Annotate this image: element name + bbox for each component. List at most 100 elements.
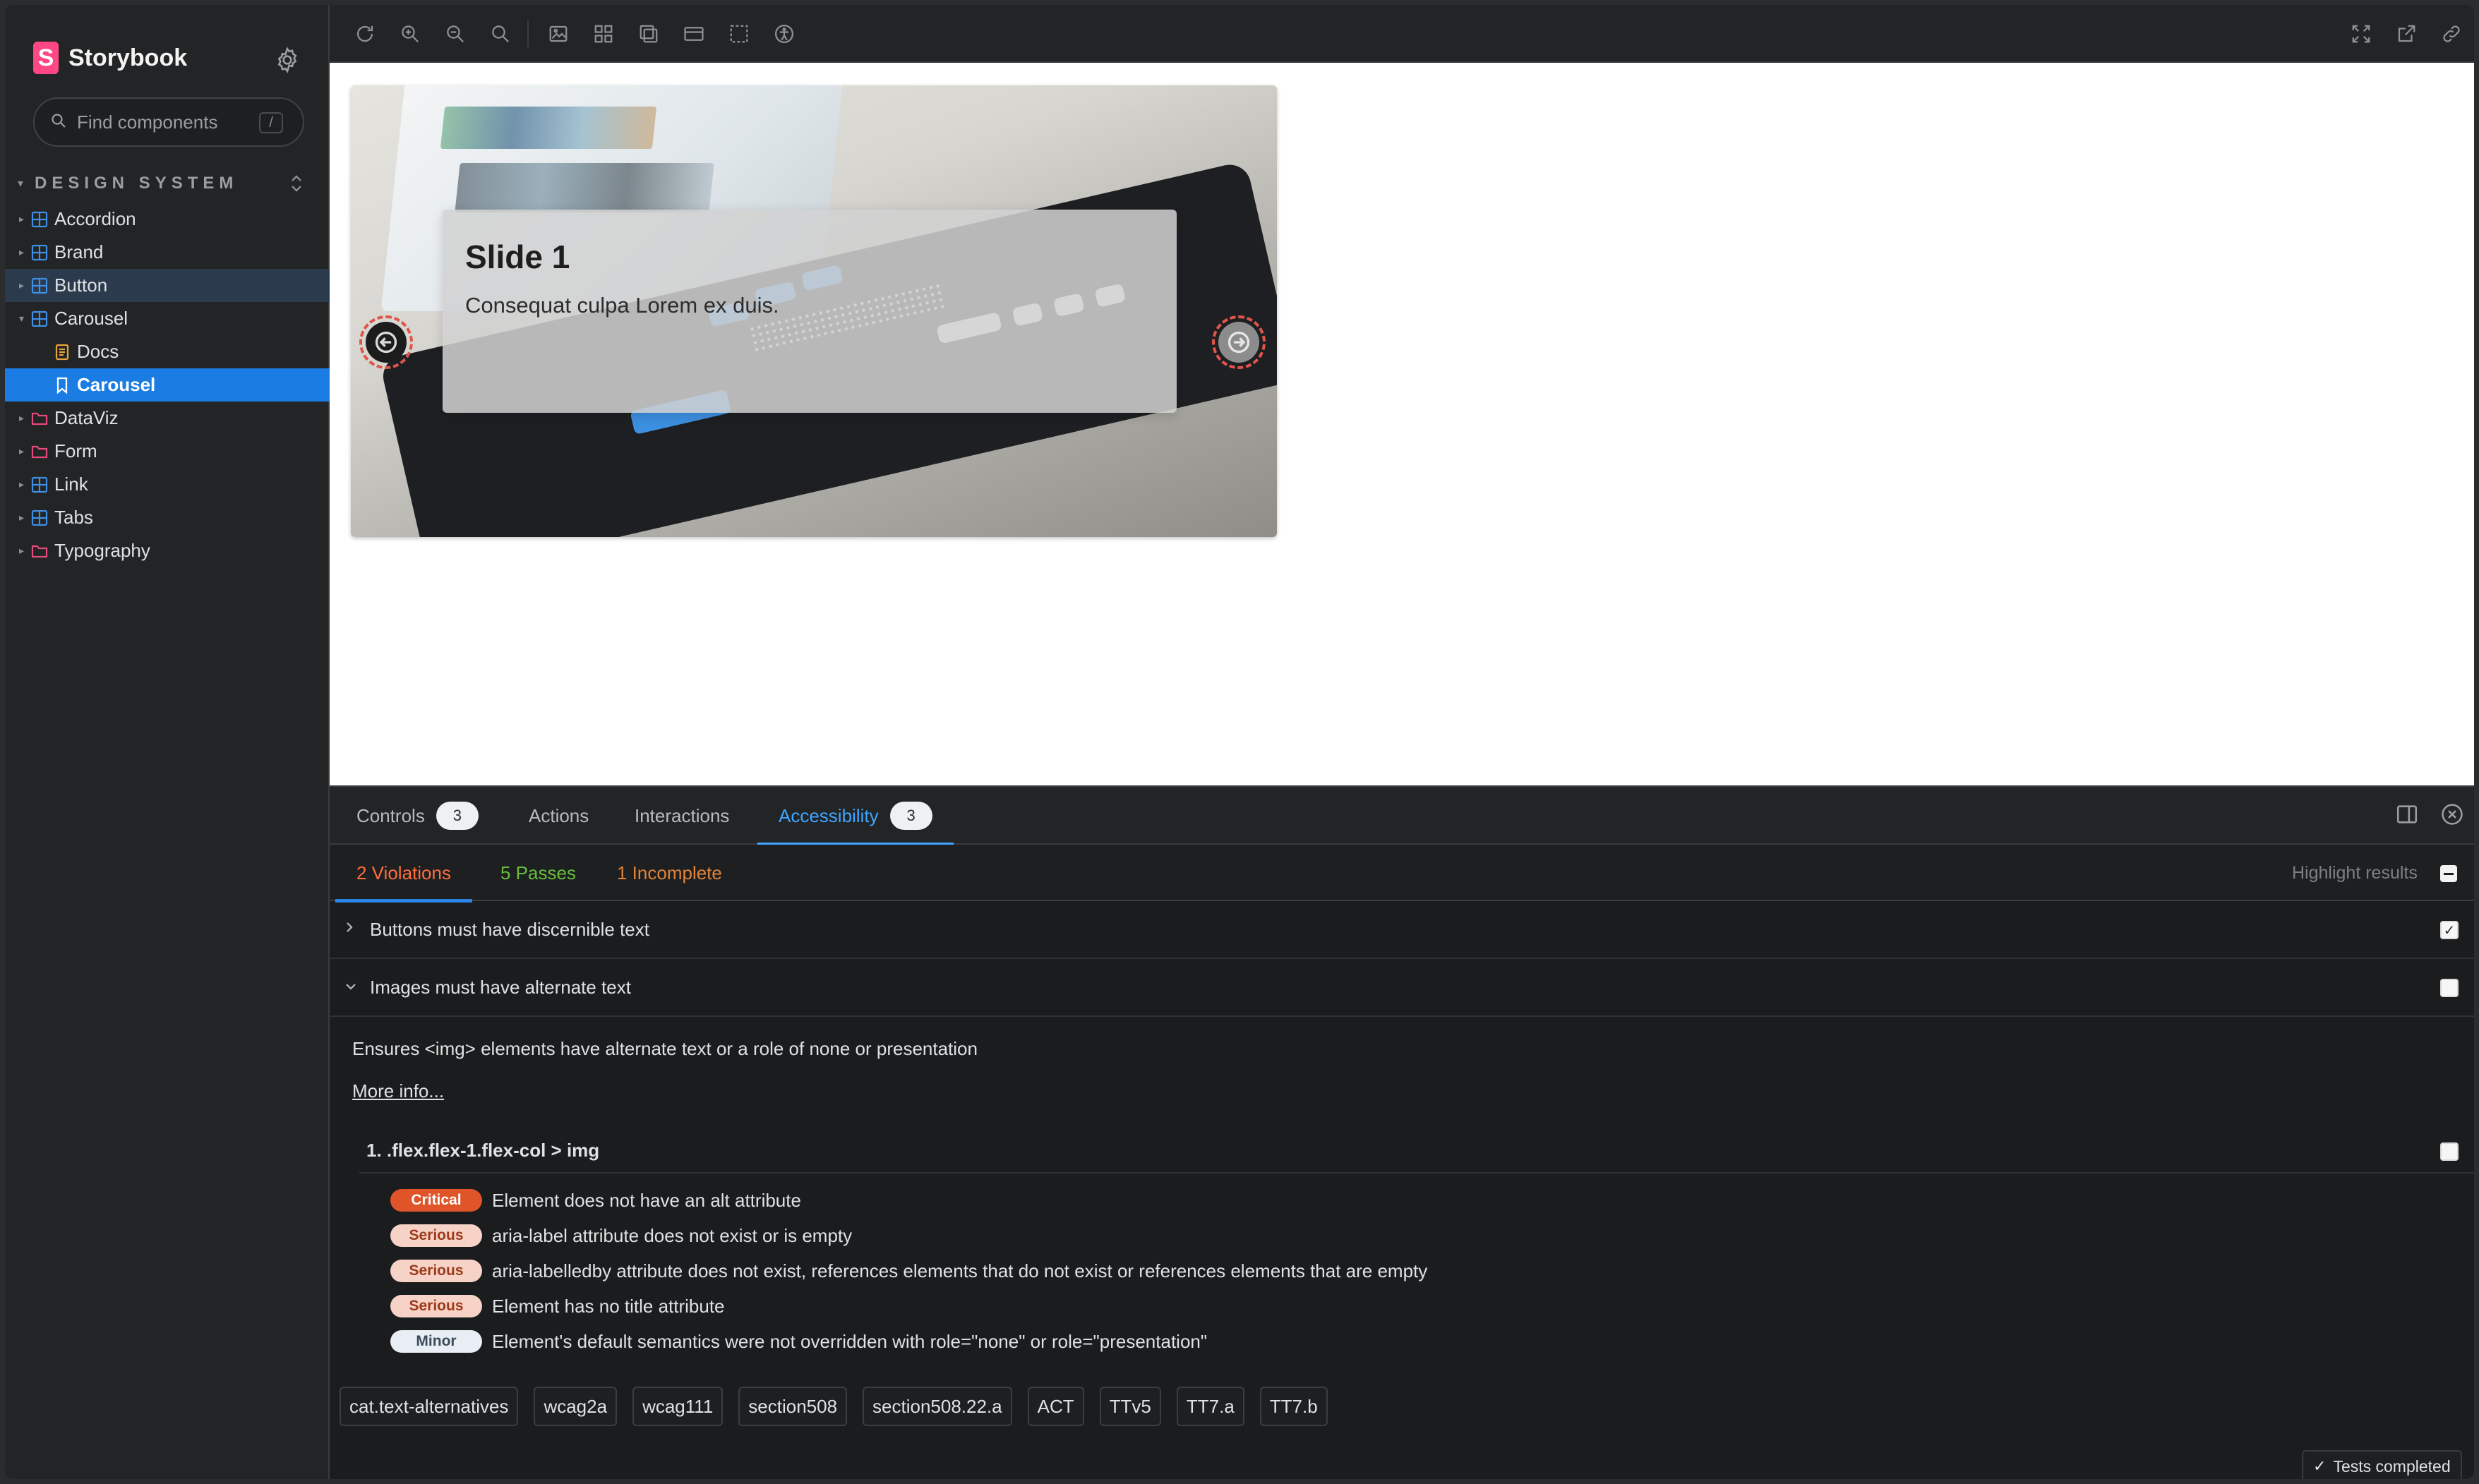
- carousel-next-button[interactable]: [1212, 315, 1266, 369]
- node-selector: 1. .flex.flex-1.flex-col > img: [366, 1140, 600, 1161]
- brand[interactable]: S Storybook: [33, 37, 187, 79]
- section-title: DESIGN SYSTEM: [35, 174, 239, 193]
- rule-title: Images must have alternate text: [370, 976, 631, 998]
- tab-passes[interactable]: 5 Passes: [500, 845, 576, 901]
- theme-icon[interactable]: [635, 20, 663, 48]
- rule-row-button-name[interactable]: Buttons must have discernible text ✓: [330, 901, 2474, 959]
- tab-label: Interactions: [635, 804, 730, 826]
- tab-label: Actions: [529, 804, 589, 826]
- slide-text: Consequat culpa Lorem ex duis.: [465, 293, 779, 318]
- tab-incomplete[interactable]: 1 Incomplete: [617, 845, 722, 901]
- sidebar-item-label: Form: [54, 440, 97, 462]
- open-new-tab-icon[interactable]: [2392, 20, 2420, 48]
- reload-icon[interactable]: [351, 20, 379, 48]
- issue-text: aria-label attribute does not exist or i…: [492, 1224, 853, 1246]
- grid-icon[interactable]: [589, 20, 618, 48]
- rule-checkbox[interactable]: ✓: [2440, 921, 2459, 939]
- chevron-down-icon: [344, 978, 358, 996]
- folder-icon: [30, 442, 49, 461]
- sidebar-item-label: Brand: [54, 241, 104, 263]
- tab-actions[interactable]: Actions: [529, 787, 589, 845]
- expand-collapse-icon[interactable]: [286, 171, 307, 195]
- sidebar-item-docs[interactable]: Docs: [5, 335, 330, 368]
- sidebar-item-carousel[interactable]: ▾ Carousel: [5, 302, 330, 335]
- rule-tags: cat.text-alternatives wcag2a wcag111 sec…: [340, 1387, 1343, 1426]
- slide-title: Slide 1: [465, 239, 570, 275]
- rule-row-image-alt[interactable]: Images must have alternate text: [330, 959, 2474, 1017]
- docs-icon: [53, 343, 71, 361]
- component-icon: [30, 243, 49, 262]
- sidebar-item-tabs[interactable]: ▸ Tabs: [5, 501, 330, 534]
- sidebar-item-carousel-story[interactable]: Carousel: [5, 368, 330, 402]
- panel-orientation-icon[interactable]: [2395, 802, 2423, 831]
- rule-tag: cat.text-alternatives: [340, 1387, 519, 1426]
- issue-text: Element's default semantics were not ove…: [492, 1330, 1208, 1352]
- sidebar: S Storybook / ▾ DESIGN SYSTEM ▸: [5, 5, 330, 1479]
- highlight-results-checkbox[interactable]: [2440, 865, 2457, 882]
- caret-right-icon: ▸: [19, 545, 25, 556]
- search-shortcut-key: /: [259, 112, 283, 133]
- sidebar-item-link[interactable]: ▸ Link: [5, 468, 330, 501]
- laptop-screen-content: [440, 107, 657, 149]
- search-input[interactable]: [77, 111, 246, 133]
- outline-icon[interactable]: [725, 20, 753, 48]
- arrow-right-icon: [1218, 322, 1259, 363]
- viewport-icon[interactable]: [680, 20, 708, 48]
- rule-tag: TTv5: [1099, 1387, 1161, 1426]
- sidebar-item-accordion[interactable]: ▸ Accordion: [5, 203, 330, 236]
- tab-controls[interactable]: Controls 3: [356, 787, 479, 845]
- storybook-logo-icon: S: [33, 42, 59, 74]
- toolbar-divider: [527, 20, 529, 47]
- rule-tag: TT7.a: [1176, 1387, 1244, 1426]
- rule-tag: wcag111: [632, 1387, 724, 1426]
- settings-gear-icon[interactable]: [273, 46, 301, 74]
- copy-link-icon[interactable]: [2437, 20, 2466, 48]
- rule-tag: ACT: [1027, 1387, 1084, 1426]
- caret-down-icon: ▾: [19, 313, 25, 324]
- sidebar-item-typography[interactable]: ▸ Typography: [5, 534, 330, 567]
- caret-right-icon: ▸: [19, 279, 25, 291]
- issue-item: Serious aria-labelledby attribute does n…: [390, 1257, 1427, 1285]
- rule-description: Ensures <img> elements have alternate te…: [352, 1038, 978, 1059]
- section-design-system[interactable]: ▾ DESIGN SYSTEM: [18, 171, 307, 195]
- fullscreen-icon[interactable]: [2347, 20, 2375, 48]
- component-icon: [30, 277, 49, 295]
- sidebar-item-button[interactable]: ▸ Button: [5, 269, 330, 302]
- tab-interactions[interactable]: Interactions: [635, 787, 729, 845]
- carousel-prev-button[interactable]: [359, 315, 413, 369]
- caret-down-icon: ▾: [18, 178, 24, 190]
- close-panel-icon[interactable]: [2440, 802, 2468, 831]
- zoom-in-icon[interactable]: [396, 20, 424, 48]
- caret-right-icon: ▸: [19, 412, 25, 423]
- background-icon[interactable]: [544, 20, 572, 48]
- zoom-reset-icon[interactable]: [486, 20, 515, 48]
- sidebar-item-dataviz[interactable]: ▸ DataViz: [5, 402, 330, 435]
- check-icon: ✓: [2313, 1457, 2327, 1475]
- node-checkbox[interactable]: [2440, 1142, 2459, 1161]
- sidebar-item-brand[interactable]: ▸ Brand: [5, 236, 330, 269]
- accessibility-vision-icon[interactable]: [770, 20, 798, 48]
- rule-checkbox[interactable]: [2440, 979, 2459, 997]
- search-box: /: [33, 97, 304, 147]
- sidebar-item-form[interactable]: ▸ Form: [5, 435, 330, 468]
- caret-right-icon: ▸: [19, 478, 25, 490]
- rule-tag: section508: [738, 1387, 848, 1426]
- tab-accessibility[interactable]: Accessibility 3: [757, 787, 954, 846]
- folder-icon: [30, 409, 49, 428]
- caret-right-icon: ▸: [19, 246, 25, 258]
- more-info-link[interactable]: More info...: [352, 1080, 444, 1102]
- search-icon: [50, 112, 67, 133]
- status-text: Tests completed: [2333, 1456, 2451, 1476]
- brand-name: Storybook: [68, 44, 188, 71]
- issue-item: Minor Element's default semantics were n…: [390, 1327, 1207, 1356]
- severity-badge-serious: Serious: [390, 1295, 482, 1317]
- severity-badge-critical: Critical: [390, 1189, 482, 1212]
- severity-badge-minor: Minor: [390, 1330, 482, 1353]
- toolbar: [330, 5, 2474, 63]
- rule-tag: section508.22.a: [863, 1387, 1012, 1426]
- sidebar-item-label: DataViz: [54, 407, 119, 428]
- zoom-out-icon[interactable]: [441, 20, 469, 48]
- tab-violations[interactable]: 2 Violations: [335, 845, 472, 903]
- issue-item: Serious Element has no title attribute: [390, 1292, 725, 1320]
- sidebar-tree: ▸ Accordion ▸ Brand ▸ Button ▾ Carousel: [5, 203, 330, 567]
